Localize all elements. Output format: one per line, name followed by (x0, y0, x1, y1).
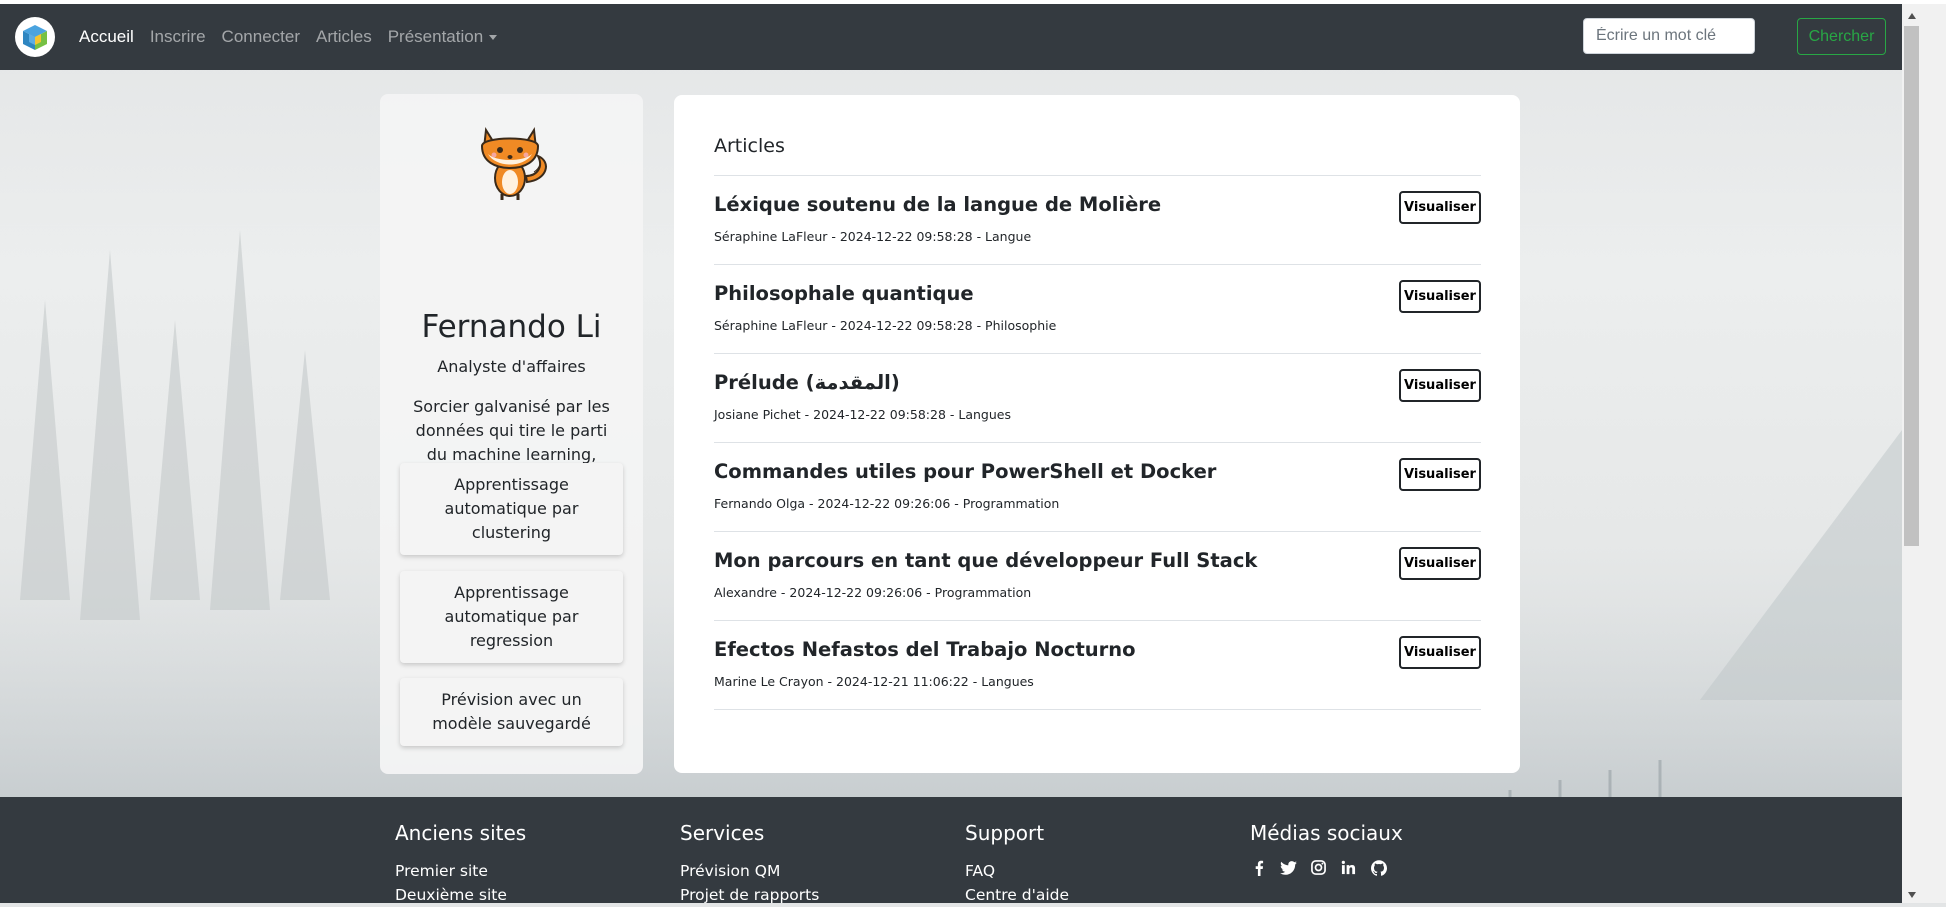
article-title[interactable]: Prélude (المقدمة) (714, 371, 900, 394)
scroll-up-arrow-icon[interactable] (1902, 8, 1922, 24)
article-row: Prélude (المقدمة) Josiane Pichet - 2024-… (714, 353, 1481, 442)
view-article-button[interactable]: Visualiser (1399, 369, 1481, 402)
footer-heading: Services (680, 821, 765, 845)
footer-link-prevision-qm[interactable]: Prévision QM (680, 859, 819, 883)
article-meta: Séraphine LaFleur - 2024-12-22 09:58:28 … (714, 229, 1032, 244)
instagram-icon[interactable] (1310, 859, 1327, 876)
footer-link-projet-rapports[interactable]: Projet de rapports (680, 883, 819, 907)
view-article-button[interactable]: Visualiser (1399, 458, 1481, 491)
article-title[interactable]: Efectos Nefastos del Trabajo Nocturno (714, 638, 1136, 661)
article-meta: Fernando Olga - 2024-12-22 09:26:06 - Pr… (714, 496, 1060, 511)
footer-link-centre-aide[interactable]: Centre d'aide (965, 883, 1069, 907)
github-icon[interactable] (1370, 859, 1387, 876)
twitter-icon[interactable] (1280, 859, 1297, 876)
scrollbar-thumb[interactable] (1904, 26, 1919, 546)
article-row: Philosophale quantique Séraphine LaFleur… (714, 264, 1481, 353)
footer-col-services: Services Prévision QM Projet de rapports (680, 821, 819, 907)
article-row: Efectos Nefastos del Trabajo Nocturno Ma… (714, 620, 1481, 710)
scroll-down-arrow-icon[interactable] (1902, 887, 1922, 903)
article-meta: Alexandre - 2024-12-22 09:26:06 - Progra… (714, 585, 1032, 600)
footer-heading: Médias sociaux (1250, 821, 1403, 845)
view-article-button[interactable]: Visualiser (1399, 636, 1481, 669)
topic-card-regression[interactable]: Apprentissage automatique par regression (400, 571, 623, 663)
article-meta: Marine Le Crayon - 2024-12-21 11:06:22 -… (714, 674, 1034, 689)
footer-col-anciens-sites: Anciens sites Premier site Deuxième site (395, 821, 526, 907)
profile-card: Fernando Li Analyste d'affaires Sorcier … (380, 94, 643, 774)
article-title[interactable]: Mon parcours en tant que développeur Ful… (714, 549, 1257, 572)
profile-role: Analyste d'affaires (437, 357, 586, 376)
article-meta: Séraphine LaFleur - 2024-12-22 09:58:28 … (714, 318, 1057, 333)
footer-heading: Anciens sites (395, 821, 527, 845)
articles-card: Articles Léxique soutenu de la langue de… (674, 95, 1520, 773)
footer-heading: Support (965, 821, 1045, 845)
footer-link-deuxieme-site[interactable]: Deuxième site (395, 883, 526, 907)
footer-col-social: Médias sociaux (1250, 821, 1403, 876)
nav-link-accueil[interactable]: Accueil (79, 27, 134, 47)
nav-dropdown-label: Présentation (387, 27, 484, 46)
topic-card-clustering[interactable]: Apprentissage automatique par clustering (400, 463, 623, 555)
article-meta: Josiane Pichet - 2024-12-22 09:58:28 - L… (714, 407, 1011, 422)
window-top-border (0, 0, 1946, 4)
site-footer: Anciens sites Premier site Deuxième site… (0, 797, 1902, 904)
search-input[interactable] (1583, 18, 1755, 54)
article-title[interactable]: Léxique soutenu de la langue de Molière (714, 193, 1161, 216)
top-navbar: Accueil Inscrire Connecter Articles Prés… (0, 4, 1902, 70)
article-row: Commandes utiles pour PowerShell et Dock… (714, 442, 1481, 531)
view-article-button[interactable]: Visualiser (1399, 547, 1481, 580)
footer-link-premier-site[interactable]: Premier site (395, 859, 526, 883)
cube-logo-icon[interactable] (15, 17, 55, 57)
fox-avatar (480, 127, 547, 200)
view-article-button[interactable]: Visualiser (1399, 191, 1481, 224)
article-title[interactable]: Commandes utiles pour PowerShell et Dock… (714, 460, 1216, 483)
article-row: Mon parcours en tant que développeur Ful… (714, 531, 1481, 620)
linkedin-icon[interactable] (1340, 859, 1357, 876)
footer-link-faq[interactable]: FAQ (965, 859, 1069, 883)
nav-links: Accueil Inscrire Connecter Articles Prés… (79, 4, 513, 70)
nav-dropdown-presentation[interactable]: Présentation (387, 27, 498, 47)
page-scrollbar[interactable] (1902, 4, 1946, 903)
chevron-down-icon (489, 35, 498, 41)
profile-name: Fernando Li (421, 309, 602, 345)
nav-link-articles[interactable]: Articles (316, 27, 372, 47)
article-row: Léxique soutenu de la langue de Molière … (714, 175, 1481, 264)
articles-heading: Articles (714, 135, 785, 157)
social-icons (1250, 859, 1403, 876)
topic-card-prevision[interactable]: Prévision avec un modèle sauvegardé (400, 678, 623, 746)
nav-link-inscrire[interactable]: Inscrire (150, 27, 206, 47)
nav-link-connecter[interactable]: Connecter (222, 27, 300, 47)
articles-list: Léxique soutenu de la langue de Molière … (714, 175, 1481, 710)
view-article-button[interactable]: Visualiser (1399, 280, 1481, 313)
footer-col-support: Support FAQ Centre d'aide (965, 821, 1069, 907)
search-button[interactable]: Chercher (1797, 18, 1886, 55)
article-title[interactable]: Philosophale quantique (714, 282, 974, 305)
facebook-icon[interactable] (1250, 859, 1267, 876)
